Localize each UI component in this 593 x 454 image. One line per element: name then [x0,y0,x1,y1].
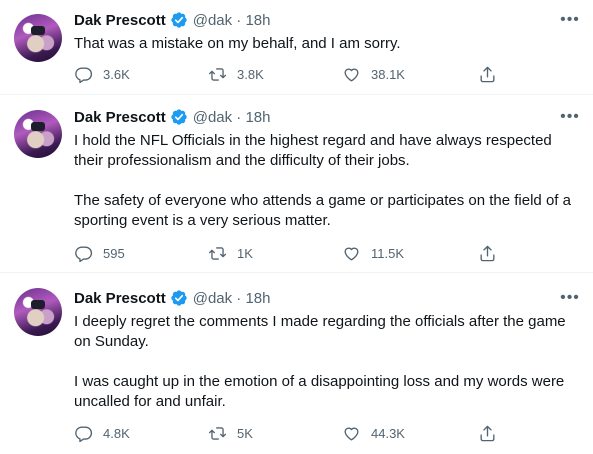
tweet-text: I deeply regret the comments I made rega… [74,312,584,412]
author-handle-time[interactable]: @dak · 18h [193,109,271,126]
more-options-icon[interactable]: ••• [560,107,580,127]
reply-icon [75,66,93,83]
heart-icon [344,427,359,441]
tweet-paragraph: I deeply regret the comments I made rega… [74,313,566,350]
reply-button[interactable]: 595 [74,242,125,264]
reply-button[interactable]: 3.6K [74,63,130,85]
tweet-actions: 4.8K 5K 44.3K [74,422,514,444]
more-options-icon[interactable]: ••• [560,288,580,308]
retweet-count: 5K [237,425,253,441]
reply-count: 4.8K [103,425,130,441]
heart-icon [344,68,359,82]
tweet-header: Dak Prescott @dak · 18h [74,107,271,127]
retweet-icon [208,426,227,440]
tweet[interactable]: Dak Prescott @dak · 18h ••• I deeply reg… [0,274,593,454]
more-options-icon[interactable]: ••• [560,10,580,30]
tweet-text: I hold the NFL Officials in the highest … [74,131,584,231]
reply-icon [75,425,93,442]
retweet-count: 3.8K [237,66,264,82]
retweet-button[interactable]: 5K [208,422,253,444]
reply-count: 595 [103,245,125,261]
author-name[interactable]: Dak Prescott [74,290,166,307]
retweet-button[interactable]: 3.8K [208,63,264,85]
retweet-icon [208,67,227,81]
tweet-actions: 3.6K 3.8K 38.1K [74,63,514,85]
author-name[interactable]: Dak Prescott [74,12,166,29]
retweet-button[interactable]: 1K [208,242,253,264]
heart-icon [344,247,359,261]
avatar[interactable] [14,110,62,158]
share-button[interactable] [478,422,497,444]
tweet-text: That was a mistake on my behalf, and I a… [74,34,584,54]
tweet[interactable]: Dak Prescott @dak · 18h ••• That was a m… [0,0,593,95]
verified-badge-icon [171,109,187,125]
like-button[interactable]: 44.3K [342,422,405,444]
avatar[interactable] [14,14,62,62]
like-count: 11.5K [371,245,405,261]
tweet[interactable]: Dak Prescott @dak · 18h ••• I hold the N… [0,96,593,273]
verified-badge-icon [171,290,187,306]
reply-icon [75,245,93,262]
reply-count: 3.6K [103,66,130,82]
verified-badge-icon [171,12,187,28]
author-name[interactable]: Dak Prescott [74,109,166,126]
share-button[interactable] [478,242,497,264]
tweet-paragraph: I hold the NFL Officials in the highest … [74,132,552,169]
share-icon [480,425,495,441]
share-button[interactable] [478,63,497,85]
tweet-paragraph: The safety of everyone who attends a gam… [74,192,571,229]
like-button[interactable]: 38.1K [342,63,405,85]
reply-button[interactable]: 4.8K [74,422,130,444]
retweet-count: 1K [237,245,253,261]
like-button[interactable]: 11.5K [342,242,404,264]
like-count: 38.1K [371,66,405,82]
author-handle-time[interactable]: @dak · 18h [193,290,271,307]
avatar[interactable] [14,288,62,336]
tweet-header: Dak Prescott @dak · 18h [74,288,271,308]
share-icon [480,66,495,82]
like-count: 44.3K [371,425,405,441]
tweet-header: Dak Prescott @dak · 18h [74,10,271,30]
tweet-actions: 595 1K 11.5K [74,242,514,264]
author-handle-time[interactable]: @dak · 18h [193,12,271,29]
tweet-paragraph: That was a mistake on my behalf, and I a… [74,35,401,52]
retweet-icon [208,246,227,260]
share-icon [480,245,495,261]
tweet-paragraph: I was caught up in the emotion of a disa… [74,373,565,410]
